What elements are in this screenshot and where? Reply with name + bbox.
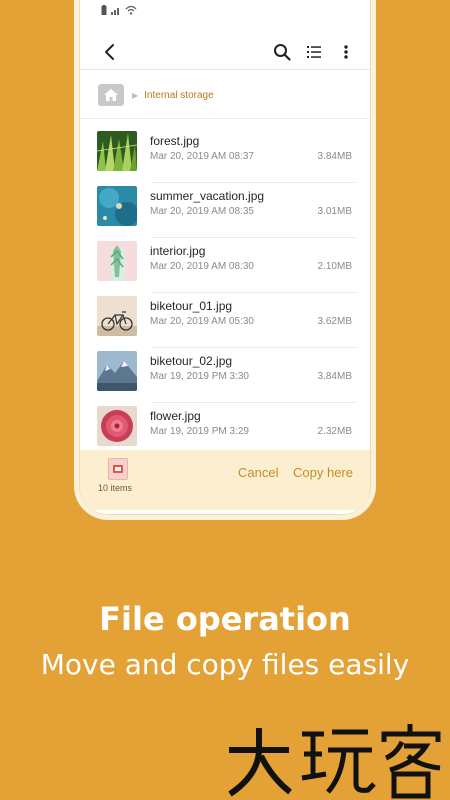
file-date: Mar 20, 2019 AM 05:30	[150, 316, 254, 327]
promo-subline: Move and copy files easily	[40, 648, 410, 681]
app-bar	[80, 32, 370, 72]
home-button[interactable]	[98, 84, 124, 106]
file-name: summer_vacation.jpg	[150, 189, 265, 203]
file-thumbnail	[97, 241, 137, 281]
status-bar	[80, 0, 370, 20]
file-name: forest.jpg	[150, 134, 200, 148]
file-size: 3.62MB	[317, 316, 352, 327]
watermark-logo	[228, 724, 441, 799]
file-date: Mar 20, 2019 AM 08:35	[150, 206, 254, 217]
file-date: Mar 20, 2019 AM 08:30	[150, 261, 254, 272]
file-list: forest.jpg Mar 20, 2019 AM 08:37 3.84MB …	[80, 128, 370, 458]
file-name: biketour_02.jpg	[150, 354, 233, 368]
file-row[interactable]: biketour_02.jpg Mar 19, 2019 PM 3:30 3.8…	[80, 348, 370, 403]
back-button[interactable]	[98, 40, 122, 64]
list-view-icon	[307, 46, 321, 58]
file-size: 3.84MB	[317, 371, 352, 382]
file-size: 3.01MB	[317, 206, 352, 217]
file-thumbnail	[97, 406, 137, 446]
list-view-button[interactable]	[302, 40, 326, 64]
file-thumbnail	[97, 186, 137, 226]
file-date: Mar 19, 2019 PM 3:30	[150, 371, 249, 382]
breadcrumb-location[interactable]: Internal storage	[144, 90, 214, 101]
file-row[interactable]: summer_vacation.jpg Mar 20, 2019 AM 08:3…	[80, 183, 370, 238]
file-row[interactable]: biketour_01.jpg Mar 20, 2019 AM 05:30 3.…	[80, 293, 370, 348]
battery-icon	[101, 5, 107, 15]
app-bar-divider	[80, 69, 370, 70]
file-row[interactable]: forest.jpg Mar 20, 2019 AM 08:37 3.84MB	[80, 128, 370, 183]
file-size: 2.10MB	[317, 261, 352, 272]
file-thumbnail	[97, 131, 137, 171]
bottom-action-bar: 10 items Cancel Copy here	[80, 450, 370, 510]
more-options-icon	[344, 45, 348, 59]
breadcrumb-divider	[80, 118, 370, 119]
home-icon	[104, 89, 118, 101]
file-size: 2.32MB	[317, 426, 352, 437]
search-button[interactable]	[270, 40, 294, 64]
clipboard-icon[interactable]	[108, 458, 128, 480]
more-options-button[interactable]	[334, 40, 358, 64]
search-icon	[274, 44, 291, 61]
file-size: 3.84MB	[317, 151, 352, 162]
breadcrumb-arrow-icon: ▶	[132, 90, 139, 100]
back-icon	[105, 44, 114, 60]
file-thumbnail	[97, 296, 137, 336]
file-date: Mar 20, 2019 AM 08:37	[150, 151, 254, 162]
breadcrumb: ▶ Internal storage	[98, 80, 214, 110]
file-row[interactable]: interior.jpg Mar 20, 2019 AM 08:30 2.10M…	[80, 238, 370, 293]
selected-item-count: 10 items	[98, 483, 133, 493]
copy-here-button[interactable]: Copy here	[293, 465, 353, 480]
file-thumbnail	[97, 351, 137, 391]
file-name: biketour_01.jpg	[150, 299, 233, 313]
file-date: Mar 19, 2019 PM 3:29	[150, 426, 249, 437]
phone-screen: ▶ Internal storage forest.jpg Mar 20, 20…	[79, 0, 371, 515]
promo-headline: File operation	[99, 600, 351, 638]
file-name: interior.jpg	[150, 244, 206, 258]
file-name: flower.jpg	[150, 409, 201, 423]
wifi-icon	[125, 5, 137, 15]
cancel-button[interactable]: Cancel	[238, 465, 278, 480]
signal-icon	[111, 8, 119, 15]
phone-frame: ▶ Internal storage forest.jpg Mar 20, 20…	[74, 0, 376, 520]
